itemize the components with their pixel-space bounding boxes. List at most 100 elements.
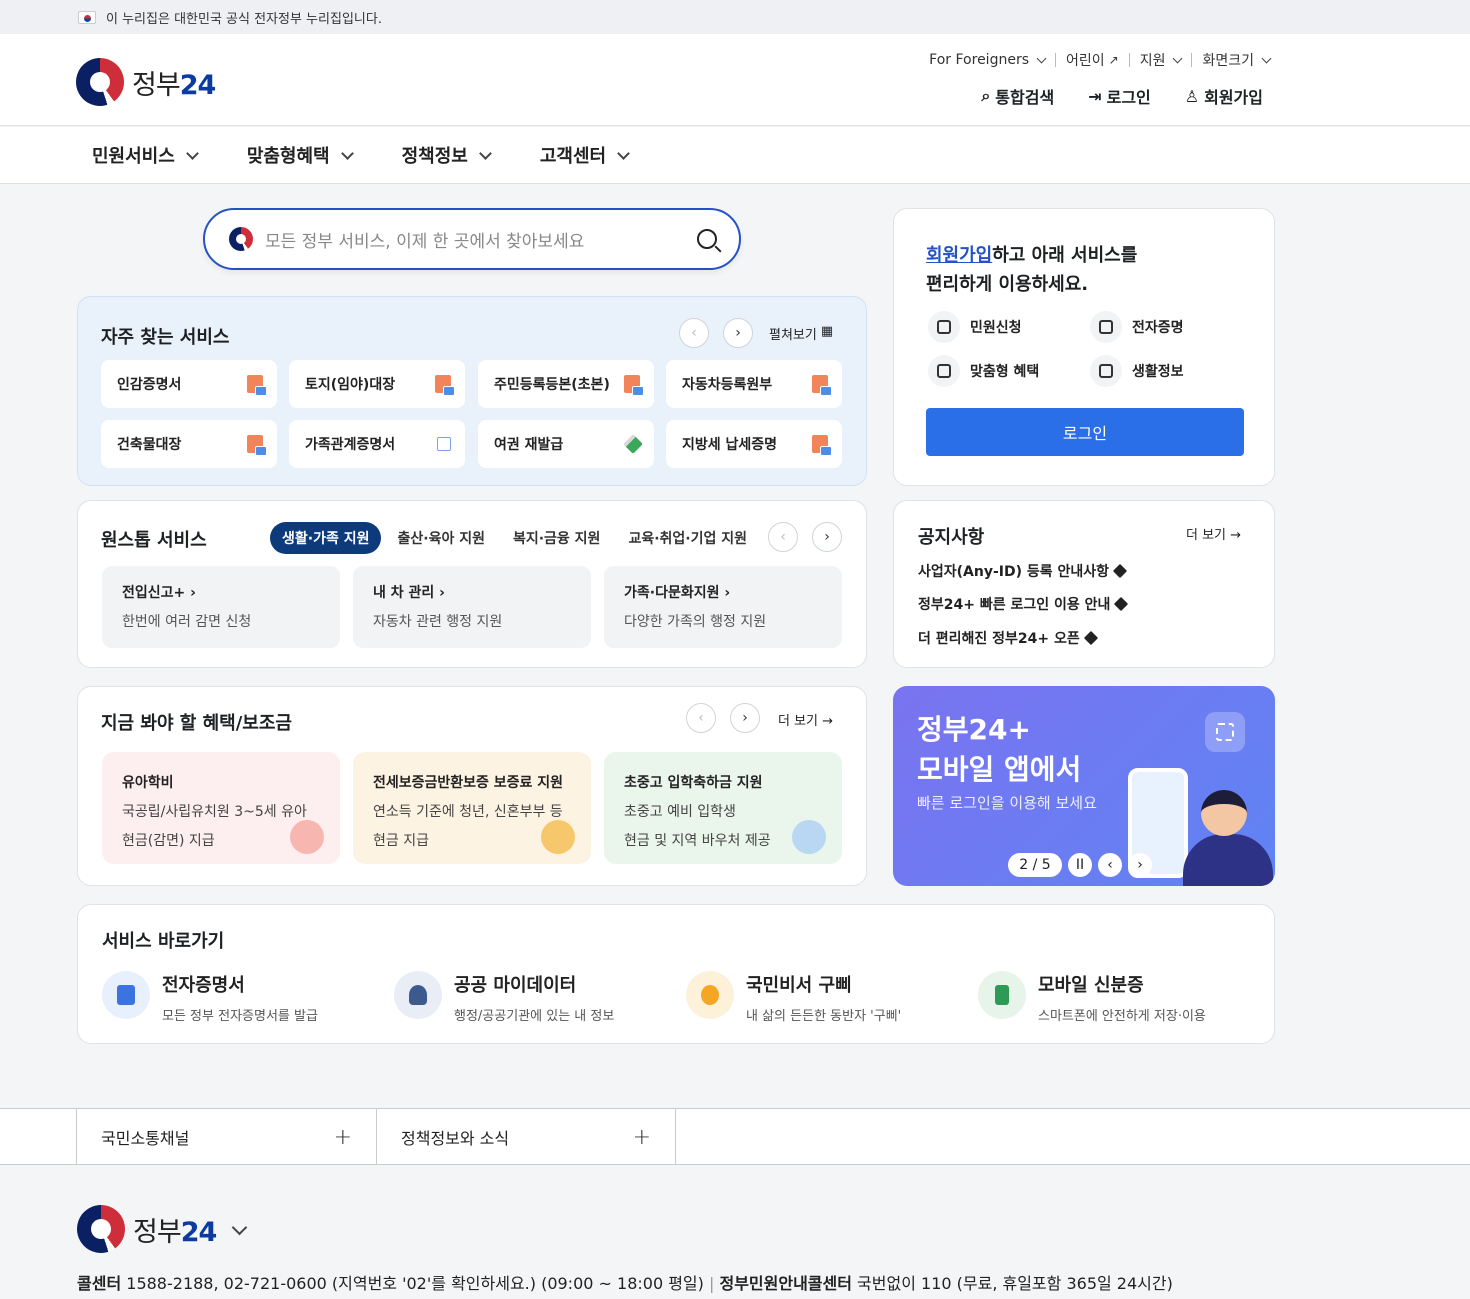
- header: 정부24 For Foreigners 어린이 ↗ 지원 화면크기 ⌕ 통합검색 ⇥…: [0, 34, 1470, 126]
- nav-policy[interactable]: 정책정보: [402, 142, 492, 168]
- chevron-down-icon: [340, 146, 354, 160]
- gov-banner: 이 누리집은 대한민국 공식 전자정부 누리집입니다.: [0, 0, 1470, 34]
- promo-banner[interactable]: 정부24+ 모바일 앱에서 빠른 로그인을 이용해 보세요 2 / 5 II ‹ …: [893, 686, 1275, 886]
- prev-button[interactable]: ‹: [679, 318, 709, 348]
- footer-channel-toggle[interactable]: 국민소통채널 +: [76, 1109, 376, 1165]
- quick-mydata[interactable]: 공공 마이데이터 행정/공공기관에 있는 내 정보: [394, 971, 614, 1024]
- gov-banner-text: 이 누리집은 대한민국 공식 전자정부 누리집입니다.: [106, 11, 382, 27]
- prev-button[interactable]: ‹: [686, 703, 716, 733]
- person-illustration-icon: [1201, 790, 1247, 836]
- benefit-card[interactable]: 전세보증금반환보증 보증료 지원 연소득 기준에 청년, 신혼부부 등 현금 지급: [353, 752, 591, 864]
- chevron-down-icon: [1036, 53, 1047, 63]
- expand-button[interactable]: 펼쳐보기 ▦: [769, 324, 833, 343]
- notice-item[interactable]: 사업자(Any-ID) 등록 안내사항: [918, 561, 1128, 581]
- prev-button[interactable]: ‹: [1098, 853, 1122, 877]
- nav-benefits[interactable]: 맞춤형혜택: [247, 142, 354, 168]
- external-link-icon: ↗: [1108, 53, 1119, 67]
- frequent-item[interactable]: 자동차등록원부: [666, 360, 842, 408]
- user-icon: [394, 971, 442, 1019]
- onestop-title: 원스톱 서비스: [101, 530, 207, 551]
- onestop-card[interactable]: 전입신고+ › 한번에 여러 감면 신청: [102, 566, 340, 648]
- search-input[interactable]: 모든 정부 서비스, 이제 한 곳에서 찾아보세요: [265, 227, 697, 252]
- frequent-title: 자주 찾는 서비스: [101, 327, 230, 348]
- notice-item[interactable]: 정부24+ 빠른 로그인 이용 안내: [918, 594, 1129, 614]
- quick-mobile-id[interactable]: 모바일 신분증 스마트폰에 안전하게 저장·이용: [978, 971, 1206, 1024]
- frequent-item[interactable]: 여권 재발급: [478, 420, 654, 468]
- next-button[interactable]: ›: [812, 522, 842, 552]
- next-button[interactable]: ›: [723, 318, 753, 348]
- benefit-card[interactable]: 유아학비 국공립/사립유치원 3~5세 유아 현금(감면) 지급: [102, 752, 340, 864]
- search-icon: ⌕: [981, 86, 991, 105]
- onestop-card[interactable]: 내 차 관리 › 자동차 관련 행정 지원: [353, 566, 591, 648]
- banner-pager: 2 / 5 II ‹ ›: [1008, 853, 1152, 877]
- footer-bar: 국민소통채널 + 정책정보와 소식 +: [0, 1108, 1470, 1165]
- quick-links: 서비스 바로가기 전자증명서 모든 정부 전자증명서를 발급 공공 마이데이터 행정…: [77, 904, 1275, 1044]
- search-bar[interactable]: 모든 정부 서비스, 이제 한 곳에서 찾아보세요: [203, 208, 741, 270]
- font-size-menu[interactable]: 화면크기: [1202, 50, 1272, 70]
- frequent-item[interactable]: 건축물대장: [101, 420, 277, 468]
- signup-link[interactable]: 회원가입: [926, 245, 992, 266]
- bookmark-icon: [1090, 355, 1122, 387]
- footer-logo[interactable]: 정부24: [77, 1205, 248, 1253]
- prev-button[interactable]: ‹: [768, 522, 798, 552]
- chat-bubble-icon: [686, 971, 734, 1019]
- quick-e-cert[interactable]: 전자증명서 모든 정부 전자증명서를 발급: [102, 971, 318, 1024]
- notice-title: 공지사항: [918, 527, 985, 548]
- promo-subtext: 빠른 로그인을 이용해 보세요: [917, 794, 1097, 812]
- signup-link[interactable]: ♙ 회원가입: [1185, 84, 1263, 108]
- chevron-down-icon[interactable]: [231, 1219, 248, 1235]
- logo[interactable]: 정부24: [76, 58, 216, 106]
- frequent-item[interactable]: 인감증명서: [101, 360, 277, 408]
- mobile-id-icon: [978, 971, 1026, 1019]
- more-link[interactable]: 더 보기 →: [778, 710, 833, 729]
- notice-item[interactable]: 더 편리해진 정부24+ 오픈: [918, 628, 1098, 648]
- next-button[interactable]: ›: [1128, 853, 1152, 877]
- more-link[interactable]: 더 보기 →: [1186, 524, 1241, 543]
- support-menu[interactable]: 지원: [1140, 50, 1183, 70]
- quick-assistant[interactable]: 국민비서 구삐 내 삶의 든든한 동반자 '구삐': [686, 971, 901, 1024]
- frequent-services: 자주 찾는 서비스 ‹ › 펼쳐보기 ▦ 인감증명서 토지(임야)대장 주민등록등…: [77, 296, 867, 486]
- footer-policy-toggle[interactable]: 정책정보와 소식 +: [376, 1109, 676, 1165]
- login-button[interactable]: 로그인: [926, 408, 1244, 456]
- kids-link[interactable]: 어린이 ↗: [1066, 50, 1119, 70]
- frequent-item[interactable]: 가족관계증명서: [289, 420, 465, 468]
- chevron-down-icon: [479, 146, 492, 160]
- tab-life-family[interactable]: 생활·가족 지원: [270, 522, 382, 554]
- face-scan-icon: [1205, 712, 1245, 752]
- pause-button[interactable]: II: [1068, 853, 1092, 877]
- frequent-item[interactable]: 토지(임야)대장: [289, 360, 465, 408]
- document-icon: [247, 375, 267, 396]
- document-icon: [812, 435, 832, 456]
- tab-childbirth[interactable]: 출산·육아 지원: [385, 522, 496, 554]
- search-icon[interactable]: [697, 229, 717, 249]
- promo-headline: 정부24+ 모바일 앱에서: [917, 713, 1082, 786]
- person-body-illustration: [1183, 834, 1273, 886]
- for-foreigners-menu[interactable]: For Foreigners: [929, 52, 1047, 68]
- chevron-down-icon: [1261, 53, 1272, 63]
- nav-civil-service[interactable]: 민원서비스: [92, 142, 199, 168]
- integrated-search-button[interactable]: ⌕ 통합검색: [981, 84, 1054, 108]
- nav-support[interactable]: 고객센터: [540, 142, 630, 168]
- document-icon: [102, 971, 150, 1019]
- login-card: 회원가입하고 아래 서비스를 편리하게 이용하세요. 민원신청 전자증명 맞춤형…: [893, 208, 1275, 486]
- plus-icon: +: [632, 1124, 651, 1150]
- header-actions: ⌕ 통합검색 ⇥ 로그인 ♙ 회원가입: [981, 84, 1263, 108]
- pin-icon: [1083, 630, 1098, 646]
- user-add-icon: ♙: [1184, 86, 1200, 106]
- tab-education[interactable]: 교육·취업·기업 지원: [616, 522, 759, 554]
- benefit-card[interactable]: 초중고 입학축하금 지원 초중고 예비 입학생 현금 및 지역 바우처 제공: [604, 752, 842, 864]
- gift-icon: [928, 355, 960, 387]
- next-button[interactable]: ›: [730, 703, 760, 733]
- service-life-info: 생활정보: [1090, 355, 1184, 387]
- frequent-item[interactable]: 지방세 납세증명: [666, 420, 842, 468]
- gov-logo-icon: [76, 58, 124, 106]
- discount-illustration-icon: [541, 820, 575, 854]
- onestop-card[interactable]: 가족·다문화지원 › 다양한 가족의 행정 지원: [604, 566, 842, 648]
- pen-icon: [623, 434, 643, 454]
- login-link[interactable]: ⇥ 로그인: [1088, 84, 1151, 108]
- frequent-item[interactable]: 주민등록등본(초본): [478, 360, 654, 408]
- envelope-icon: [928, 311, 960, 343]
- external-link-icon: [437, 437, 451, 451]
- tab-welfare[interactable]: 복지·금융 지원: [501, 522, 612, 554]
- document-icon: [812, 375, 832, 396]
